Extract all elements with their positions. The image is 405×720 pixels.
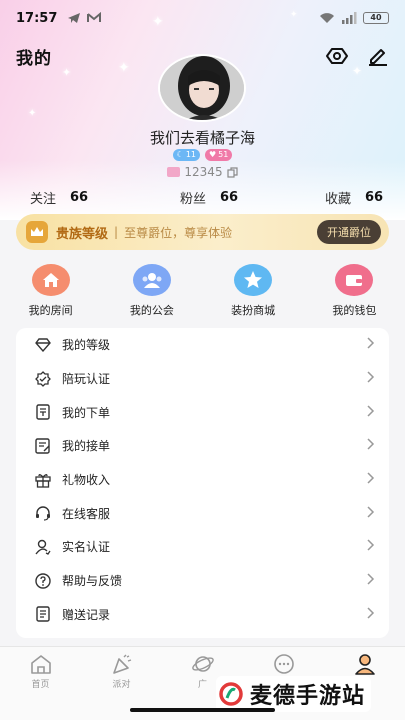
home-tab-icon	[30, 655, 51, 674]
crown-box-icon	[26, 221, 48, 243]
nickname: 我们去看橘子海	[149, 129, 255, 147]
status-bar: 17:57 40	[0, 0, 405, 36]
chevron-right-icon	[367, 472, 375, 487]
quick-my-wallet[interactable]: 我的钱包	[304, 264, 405, 320]
tab-home[interactable]: 首页	[0, 647, 81, 720]
headset-icon	[34, 504, 52, 522]
star-icon	[234, 264, 273, 296]
level-badges: ☾ 11 ♥ 51	[0, 149, 405, 161]
wealth-level-badge: ☾ 11	[172, 149, 200, 161]
nobility-description: 至尊爵位，尊享体验	[124, 225, 233, 240]
badge-icon	[34, 370, 52, 388]
menu-item-online-service[interactable]: 在线客服	[16, 496, 389, 530]
chevron-right-icon	[367, 337, 375, 352]
status-time: 17:57	[16, 10, 58, 26]
menu-item-gift-income[interactable]: 礼物收入	[16, 463, 389, 497]
wallet-icon	[335, 264, 374, 296]
battery-icon: 40	[363, 12, 389, 24]
menu-item-accepted-orders[interactable]: 我的接单	[16, 429, 389, 463]
menu-item-my-level[interactable]: 我的等级	[16, 328, 389, 362]
moon-icon: ☾	[176, 150, 184, 159]
order-icon	[34, 403, 52, 421]
quick-my-room[interactable]: 我的房间	[0, 264, 101, 320]
open-nobility-button[interactable]: 开通爵位	[317, 220, 381, 244]
planet-icon	[191, 656, 214, 672]
telegram-icon	[68, 13, 81, 23]
settings-menu: 我的等级 陪玩认证 我的下单 我的接单 礼物收入 在线客服 实名认证 帮助与反馈…	[16, 328, 389, 638]
heart-icon: ♥	[209, 150, 217, 159]
party-icon	[112, 654, 131, 674]
watermark-logo	[219, 682, 243, 706]
quick-actions: 我的房间 我的公会 装扮商城 我的钱包	[0, 264, 405, 320]
chevron-right-icon	[367, 405, 375, 420]
page-title: 我的	[16, 48, 52, 69]
stat-favorites[interactable]: 收藏 66	[325, 188, 383, 207]
menu-item-real-name-verify[interactable]: 实名认证	[16, 530, 389, 564]
watermark-text: 麦德手游站	[250, 684, 366, 709]
site-watermark: 麦德手游站	[216, 676, 372, 712]
stat-fans[interactable]: 粉丝 66	[180, 188, 238, 207]
chevron-right-icon	[367, 438, 375, 453]
charm-level-badge: ♥ 51	[205, 149, 233, 161]
nobility-title: 贵族等级	[56, 226, 109, 242]
stat-following[interactable]: 关注 66	[30, 188, 88, 207]
id-icon	[167, 167, 181, 177]
profile-icon	[354, 654, 375, 675]
avatar[interactable]	[158, 54, 246, 122]
edit-icon[interactable]	[367, 46, 389, 66]
nobility-separator: |	[114, 225, 119, 239]
chat-icon	[273, 654, 294, 674]
nobility-banner[interactable]: 贵族等级 | 至尊爵位，尊享体验 开通爵位	[16, 214, 389, 250]
wifi-icon	[320, 13, 334, 23]
menu-item-my-orders[interactable]: 我的下单	[16, 395, 389, 429]
chevron-right-icon	[367, 539, 375, 554]
menu-item-gift-records[interactable]: 赠送记录	[16, 598, 389, 632]
signal-icon	[342, 12, 357, 24]
group-icon	[132, 264, 171, 296]
quick-my-guild[interactable]: 我的公会	[101, 264, 202, 320]
gift-icon	[34, 471, 52, 489]
follow-stats: 关注 66 粉丝 66 收藏 66	[0, 188, 405, 208]
chevron-right-icon	[367, 371, 375, 386]
quick-dress-shop[interactable]: 装扮商城	[203, 264, 304, 320]
visitor-eye-icon[interactable]	[325, 46, 349, 66]
record-icon	[34, 605, 52, 623]
menu-item-companion-verify[interactable]: 陪玩认证	[16, 362, 389, 396]
mail-icon	[87, 12, 102, 22]
receive-order-icon	[34, 437, 52, 455]
user-id-row: 12345	[0, 165, 405, 179]
chevron-right-icon	[367, 506, 375, 521]
user-id: 12345	[184, 165, 223, 179]
help-icon	[34, 572, 52, 590]
copy-icon[interactable]	[226, 166, 238, 178]
person-verify-icon	[34, 538, 52, 556]
chevron-right-icon	[367, 573, 375, 588]
sparkle-decoration: ✦	[28, 108, 37, 119]
chevron-right-icon	[367, 607, 375, 622]
home-icon	[31, 264, 70, 296]
home-indicator[interactable]	[130, 708, 275, 712]
menu-item-help-feedback[interactable]: 帮助与反馈	[16, 564, 389, 598]
diamond-icon	[34, 336, 52, 354]
